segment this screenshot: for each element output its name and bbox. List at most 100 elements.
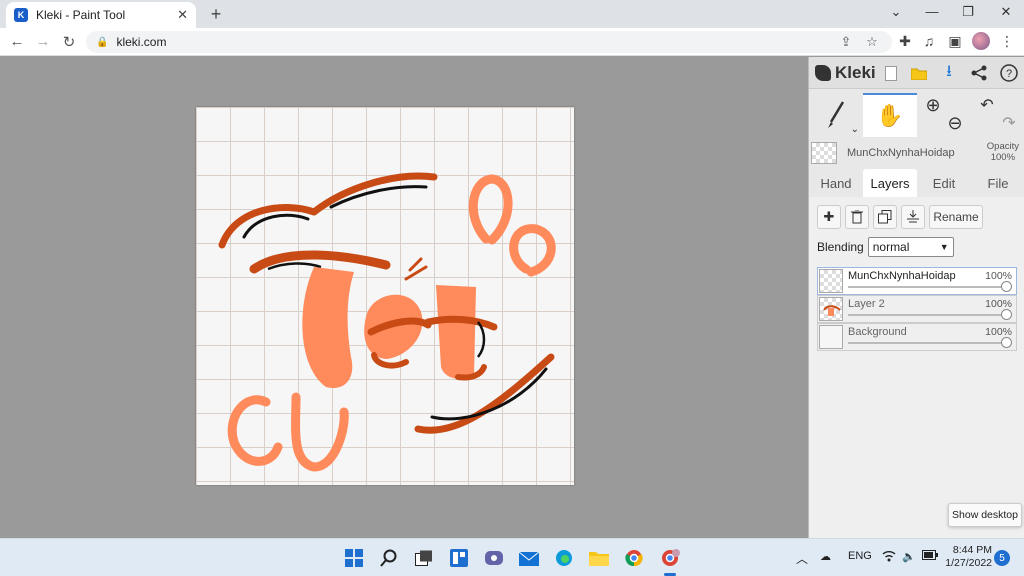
layer-thumbnail	[819, 269, 843, 293]
tab-title: Kleki - Paint Tool	[36, 8, 126, 22]
share-page-icon[interactable]: ⇪	[838, 34, 854, 50]
brush-dropdown-chevron-icon[interactable]: ⌄	[851, 124, 859, 135]
kleki-logo-icon	[815, 64, 831, 81]
clock-date: 1/27/2022	[945, 557, 992, 569]
tool-row: ⌄ ✋ ⊕ ⊖ ↶ ↷	[809, 93, 1024, 139]
back-arrow-icon[interactable]: ←	[8, 33, 26, 50]
layers-panel: ✚ Rename Blending normal ▼ MunChxNynhaHo…	[809, 197, 1024, 538]
new-image-icon[interactable]	[881, 63, 901, 83]
kleki-logo-text: Kleki	[835, 62, 876, 82]
browser-menu-icon[interactable]: ⋮	[998, 33, 1016, 50]
onedrive-cloud-icon[interactable]: ☁	[820, 550, 831, 563]
slider-knob[interactable]	[1001, 337, 1012, 348]
bookmark-star-icon[interactable]: ☆	[864, 34, 880, 50]
mail-icon[interactable]	[518, 547, 540, 569]
system-clock[interactable]: 8:44 PM 1/27/2022	[944, 544, 992, 570]
show-desktop-tooltip: Show desktop	[948, 503, 1022, 527]
restore-button[interactable]: ❐	[958, 4, 978, 20]
kleki-favicon-icon: K	[14, 8, 28, 22]
tool-panel: Kleki ⭳ ? ⌄ ✋ ⊕ ⊖ ↶ ↷ MunChxNynhaHoidap	[808, 57, 1024, 538]
windows-start-icon[interactable]	[343, 547, 365, 569]
tab-hand[interactable]: Hand	[809, 169, 863, 197]
wifi-icon[interactable]	[882, 550, 896, 565]
windows-taskbar: ︿ ☁ ENG 🔈 8:44 PM 1/27/2022 5	[0, 538, 1024, 576]
layer-opacity-slider[interactable]	[848, 337, 1012, 348]
canvas-workspace[interactable]	[0, 57, 808, 538]
undo-icon[interactable]: ↶	[975, 93, 999, 117]
kleki-logo: Kleki	[815, 63, 876, 83]
tab-file[interactable]: File	[971, 169, 1024, 197]
language-indicator[interactable]: ENG	[848, 550, 872, 562]
address-toolbar: ← → ↻ 🔒 kleki.com ⇪ ☆ ✚ ♫ ▣ ⋮	[0, 28, 1024, 56]
opacity-value: 100%	[990, 152, 1016, 163]
current-layer-name: MunChxNynhaHoidap	[847, 147, 955, 159]
layer-opacity-slider[interactable]	[848, 281, 1012, 292]
file-explorer-icon[interactable]	[588, 547, 610, 569]
url-bar[interactable]: 🔒 kleki.com	[86, 31, 892, 53]
reload-icon[interactable]: ↻	[60, 33, 78, 51]
blending-value: normal	[872, 240, 910, 254]
media-control-icon[interactable]: ♫	[920, 33, 938, 49]
battery-icon[interactable]	[922, 550, 938, 563]
task-view-icon[interactable]	[413, 547, 435, 569]
tab-edit[interactable]: Edit	[917, 169, 971, 197]
current-layer-preview: MunChxNynhaHoidap Opacity 100%	[811, 139, 1023, 167]
volume-icon[interactable]: 🔈	[902, 550, 916, 563]
hand-icon: ✋	[876, 103, 904, 128]
tab-search-chevron-icon[interactable]: ⌄	[886, 4, 906, 20]
layer-name: MunChxNynhaHoidap	[848, 270, 956, 282]
panel-header: Kleki ⭳ ?	[809, 57, 1024, 89]
extensions-puzzle-icon[interactable]: ✚	[896, 33, 914, 50]
current-layer-opacity: Opacity 100%	[987, 141, 1019, 163]
notification-badge[interactable]: 5	[994, 550, 1010, 566]
duplicate-layer-button[interactable]	[873, 205, 897, 229]
layer-opacity: 100%	[985, 270, 1012, 282]
layer-thumbnail	[819, 297, 843, 321]
side-panel-icon[interactable]: ▣	[946, 33, 964, 50]
svg-text:?: ?	[1006, 68, 1012, 80]
url-text: kleki.com	[116, 35, 167, 49]
merge-layer-button[interactable]	[901, 205, 925, 229]
slider-knob[interactable]	[1001, 281, 1012, 292]
layer-row[interactable]: Background 100%	[817, 323, 1017, 351]
layer-opacity-slider[interactable]	[848, 309, 1012, 320]
zoom-in-icon[interactable]: ⊕	[921, 93, 945, 117]
rename-layer-button[interactable]: Rename	[929, 205, 983, 229]
close-window-button[interactable]: ✕	[996, 4, 1016, 20]
tab-layers[interactable]: Layers	[863, 169, 917, 197]
blending-select[interactable]: normal ▼	[867, 237, 954, 257]
layer-row[interactable]: Layer 2 100%	[817, 295, 1017, 323]
duplicate-icon	[878, 210, 892, 224]
widgets-icon[interactable]	[448, 547, 470, 569]
open-folder-icon[interactable]	[909, 63, 929, 83]
download-icon[interactable]: ⭳	[939, 63, 959, 83]
browser-tab[interactable]: K Kleki - Paint Tool ✕	[6, 2, 196, 28]
minimize-button[interactable]: —	[922, 4, 942, 19]
new-tab-button[interactable]: +	[206, 4, 226, 25]
forward-arrow-icon[interactable]: →	[34, 33, 52, 50]
add-layer-button[interactable]: ✚	[817, 205, 841, 229]
delete-layer-button[interactable]	[845, 205, 869, 229]
slider-knob[interactable]	[1001, 309, 1012, 320]
profile-avatar[interactable]	[972, 32, 990, 50]
chrome-profile-icon[interactable]	[660, 547, 682, 569]
opacity-label: Opacity	[986, 141, 1019, 152]
tray-overflow-chevron-icon[interactable]: ︿	[796, 550, 808, 567]
merge-down-icon	[907, 210, 919, 223]
layer-row[interactable]: MunChxNynhaHoidap 100%	[817, 267, 1017, 295]
blending-label: Blending	[817, 240, 864, 254]
browser-tabbar: K Kleki - Paint Tool ✕ + ⌄ — ❐ ✕	[0, 0, 1024, 28]
help-icon[interactable]: ?	[999, 63, 1019, 83]
search-icon[interactable]	[378, 547, 400, 569]
hand-tool-button[interactable]: ✋	[863, 93, 917, 137]
drawing-canvas[interactable]	[196, 107, 574, 485]
teams-chat-icon[interactable]	[483, 547, 505, 569]
edge-browser-icon[interactable]	[553, 547, 575, 569]
close-tab-icon[interactable]: ✕	[177, 7, 188, 23]
zoom-out-icon[interactable]: ⊖	[943, 111, 967, 135]
chrome-icon[interactable]	[623, 547, 645, 569]
redo-icon[interactable]: ↷	[997, 111, 1021, 135]
brush-tool-button[interactable]: ⌄	[809, 93, 863, 137]
blending-row: Blending normal ▼	[817, 237, 954, 257]
share-icon[interactable]	[969, 63, 989, 83]
